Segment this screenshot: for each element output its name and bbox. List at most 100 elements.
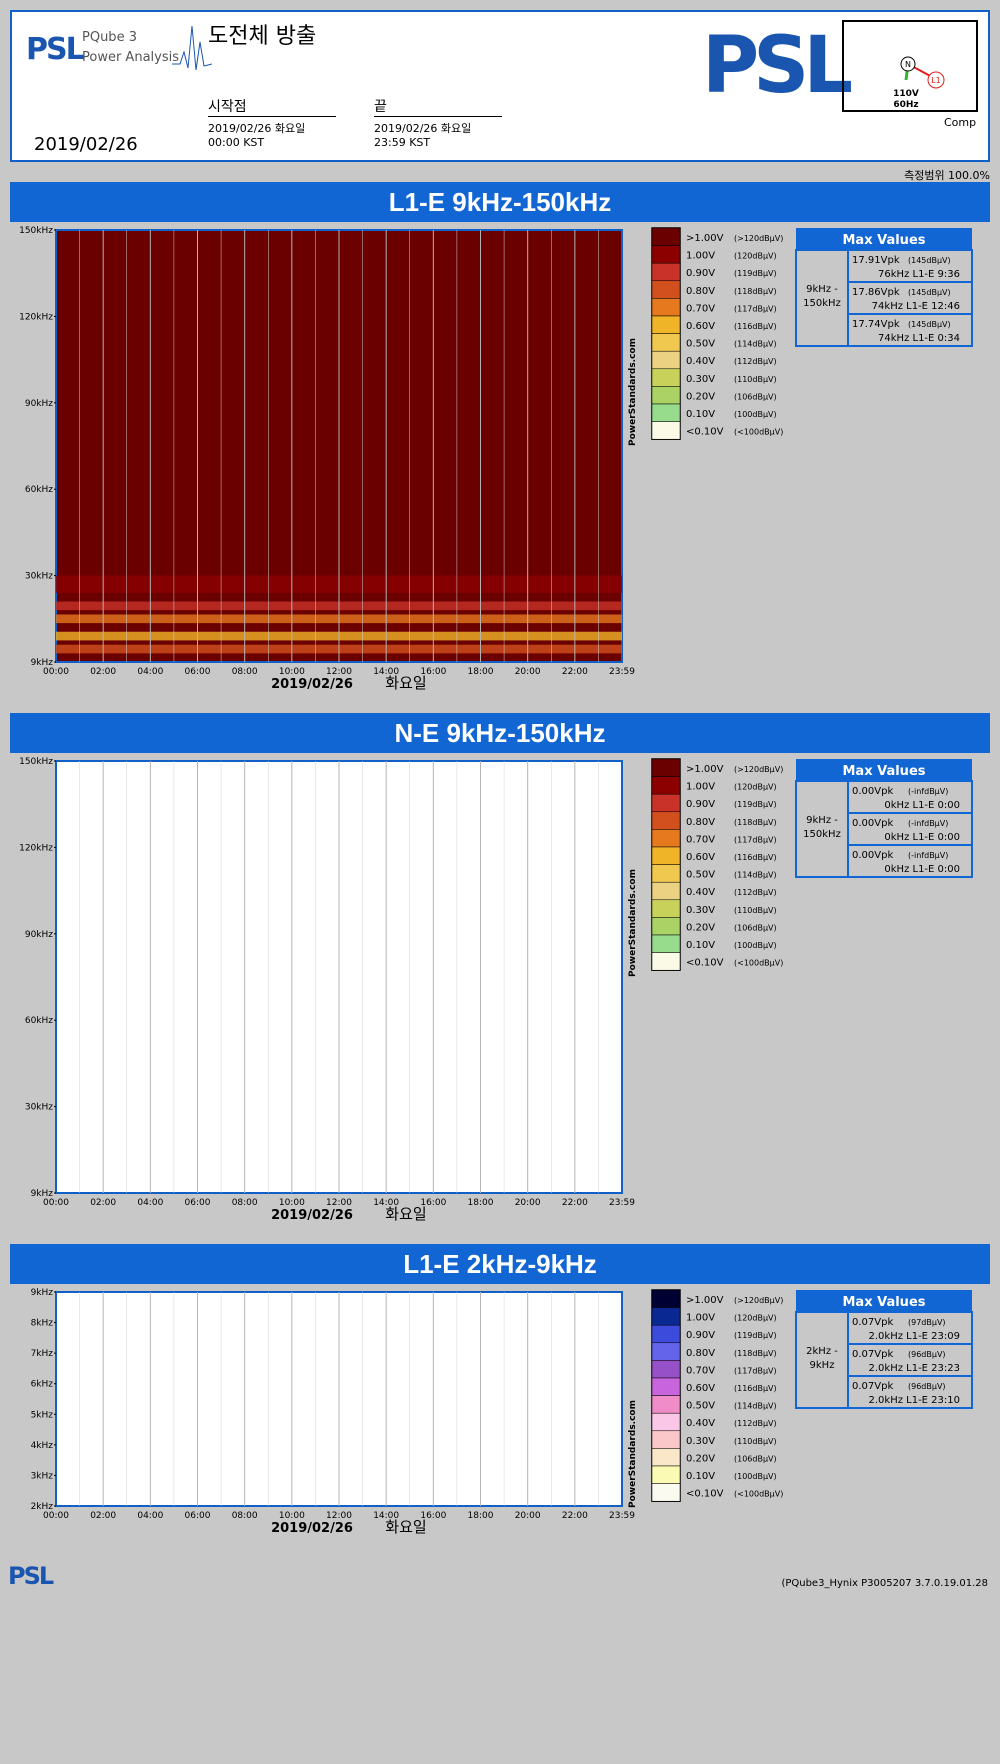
legend-db: (117dBµV) xyxy=(734,835,777,844)
max-value: 0.00Vpk xyxy=(852,818,893,829)
max-value: 0.07Vpk xyxy=(852,1349,893,1360)
watermark: PowerStandards.com xyxy=(628,338,638,446)
legend-value: 0.60V xyxy=(686,852,715,863)
legend-db: (100dBµV) xyxy=(734,1472,777,1481)
legend-db: (118dBµV) xyxy=(734,1349,777,1358)
legend-swatch xyxy=(651,315,681,334)
heatmap-chart: 00:00 02:00 04:00 06:00 08:00 10:00 12:00 14:00… xyxy=(19,226,973,692)
y-tick-label: 150kHz xyxy=(19,757,53,767)
y-tick-label: 4kHz xyxy=(31,1441,54,1451)
range-label-end: 9kHz xyxy=(810,1360,835,1371)
x-tick-label: 08:00 xyxy=(232,1511,258,1521)
legend-swatch xyxy=(651,403,681,422)
legend-swatch xyxy=(651,864,681,883)
x-tick-label: 22:00 xyxy=(562,1511,588,1521)
range-label-end: 150kHz xyxy=(803,298,841,309)
legend-value: 0.40V xyxy=(686,356,715,367)
legend-db: (112dBµV) xyxy=(734,1419,777,1428)
x-tick-label: 04:00 xyxy=(137,667,163,677)
legend-db: (116dBµV) xyxy=(734,1384,777,1393)
chart-title: N-E 9kHz-150kHz xyxy=(10,713,990,753)
max-value-db: (145dBµV) xyxy=(908,288,951,297)
legend-db: (>120dBµV) xyxy=(734,234,783,243)
legend-value: <0.10V xyxy=(686,427,724,438)
x-tick-label: 06:00 xyxy=(185,667,211,677)
waveform-icon xyxy=(172,25,212,71)
x-day-label: 화요일 xyxy=(385,674,426,692)
legend-swatch xyxy=(651,1412,681,1432)
legend-db: (114dBµV) xyxy=(734,1402,777,1411)
legend-db: (106dBµV) xyxy=(734,1454,777,1463)
legend-value: >1.00V xyxy=(686,233,724,244)
legend-value: 0.40V xyxy=(686,887,715,898)
legend-value: 0.10V xyxy=(686,409,715,420)
legend-value: 0.30V xyxy=(686,374,715,385)
chart-section-2: N-E 9kHz-150kHz 00:00 02:00 04:00 06:00 08:0… xyxy=(10,713,990,1233)
legend-db: (<100dBµV) xyxy=(734,1490,783,1499)
legend-db: (118dBµV) xyxy=(734,287,777,296)
l1-label: L1 xyxy=(931,76,941,85)
legend-db: (112dBµV) xyxy=(734,888,777,897)
x-tick-label: 00:00 xyxy=(43,1511,69,1521)
legend-db: (119dBµV) xyxy=(734,1331,777,1340)
max-value: 17.86Vpk xyxy=(852,287,900,298)
legend-swatch xyxy=(651,368,681,387)
legend-swatch xyxy=(651,846,681,865)
start-label: 시작점 xyxy=(208,96,336,117)
legend-value: >1.00V xyxy=(686,1295,724,1306)
x-tick-label: 02:00 xyxy=(90,667,116,677)
legend-value: <0.10V xyxy=(686,1489,724,1500)
legend-value: 0.10V xyxy=(686,940,715,951)
legend-swatch xyxy=(651,881,681,901)
y-tick-label: 5kHz xyxy=(31,1410,54,1420)
y-tick-label: 9kHz xyxy=(31,1189,54,1199)
voltage-label: 110V xyxy=(893,89,919,99)
legend-value: 0.90V xyxy=(686,268,715,279)
max-value: 0.07Vpk xyxy=(852,1317,893,1328)
comp-label: Comp xyxy=(944,116,977,129)
max-value-detail: 0kHz L1-E 0:00 xyxy=(884,832,960,843)
x-date-label: 2019/02/26 xyxy=(271,677,353,692)
max-value-db: (-infdBµV) xyxy=(908,851,948,860)
legend-swatch xyxy=(651,262,681,282)
legend-db: (>120dBµV) xyxy=(734,1296,783,1305)
max-value-detail: 2.0kHz L1-E 23:09 xyxy=(869,1331,961,1342)
x-tick-label: 23:59 xyxy=(609,1511,635,1521)
end-date: 2019/02/26 화요일 xyxy=(374,122,472,135)
x-tick-label: 00:00 xyxy=(43,1198,69,1208)
x-tick-label: 04:00 xyxy=(137,1511,163,1521)
max-value-db: (97dBµV) xyxy=(908,1318,946,1327)
legend-swatch xyxy=(651,1465,681,1484)
legend-value: 0.30V xyxy=(686,905,715,916)
legend-swatch xyxy=(651,386,681,405)
x-tick-label: 08:00 xyxy=(232,1198,258,1208)
max-value: 0.00Vpk xyxy=(852,786,893,797)
y-tick-label: 120kHz xyxy=(19,843,53,853)
report-header: PSL PQube 3 Power Analysis 도전체 방출 시작점 끝 … xyxy=(10,10,990,162)
x-tick-label: 12:00 xyxy=(326,1511,352,1521)
x-tick-label: 20:00 xyxy=(515,1511,541,1521)
legend-db: (119dBµV) xyxy=(734,800,777,809)
max-value-detail: 74kHz L1-E 12:46 xyxy=(872,301,960,312)
max-value: 0.00Vpk xyxy=(852,850,893,861)
legend-value: 0.30V xyxy=(686,1436,715,1447)
x-tick-label: 22:00 xyxy=(562,1198,588,1208)
psl-logo-small: PSL xyxy=(26,32,85,67)
legend-db: (>120dBµV) xyxy=(734,765,783,774)
max-values-title: Max Values xyxy=(842,764,925,779)
legend-value: 1.00V xyxy=(686,251,715,262)
legend-swatch xyxy=(651,280,681,299)
x-tick-label: 23:59 xyxy=(609,1198,635,1208)
legend-value: 0.90V xyxy=(686,799,715,810)
neutral-label: N xyxy=(905,60,911,69)
max-value-detail: 2.0kHz L1-E 23:23 xyxy=(869,1363,961,1374)
legend-swatch xyxy=(651,1483,681,1502)
legend-swatch xyxy=(651,917,681,936)
legend-swatch xyxy=(651,1448,681,1467)
range-label-end: 150kHz xyxy=(803,829,841,840)
legend-value: 0.10V xyxy=(686,1471,715,1482)
y-tick-label: 6kHz xyxy=(31,1380,54,1390)
legend-swatch xyxy=(651,421,681,440)
watermark: PowerStandards.com xyxy=(628,1400,638,1508)
y-tick-label: 9kHz xyxy=(31,1288,54,1298)
